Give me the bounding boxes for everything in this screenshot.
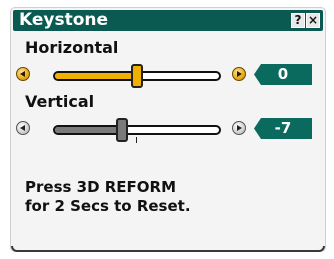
window-bottom-edge bbox=[11, 246, 325, 252]
arrow-right-icon bbox=[237, 71, 242, 77]
reset-instructions: Press 3D REFORM for 2 Secs to Reset. bbox=[25, 178, 191, 216]
vertical-slider-track[interactable] bbox=[53, 125, 221, 135]
close-button[interactable]: × bbox=[306, 13, 320, 28]
arrow-left-icon bbox=[20, 71, 25, 77]
vertical-center-tick bbox=[136, 137, 137, 143]
help-button[interactable]: ? bbox=[291, 13, 305, 28]
horizontal-slider-thumb[interactable] bbox=[131, 64, 143, 88]
reset-instructions-line-2: for 2 Secs to Reset. bbox=[25, 197, 191, 215]
title-bar: Keystone ? × bbox=[13, 10, 323, 31]
horizontal-value: 0 bbox=[254, 64, 312, 85]
keystone-dialog: Keystone ? × Horizontal 0 Vertical -7 Pr… bbox=[10, 7, 326, 252]
reset-instructions-line-1: Press 3D REFORM bbox=[25, 178, 177, 196]
horizontal-right-arrow-button[interactable] bbox=[232, 67, 246, 81]
horizontal-slider-fill bbox=[55, 73, 139, 79]
vertical-slider-fill bbox=[55, 127, 124, 133]
vertical-left-arrow-button[interactable] bbox=[16, 121, 30, 135]
dialog-title: Keystone bbox=[19, 10, 109, 30]
arrow-left-icon bbox=[20, 125, 25, 131]
vertical-slider-thumb[interactable] bbox=[115, 118, 128, 142]
horizontal-label: Horizontal bbox=[25, 38, 119, 57]
arrow-right-icon bbox=[237, 125, 242, 131]
vertical-value: -7 bbox=[254, 118, 312, 139]
vertical-label: Vertical bbox=[25, 92, 95, 111]
horizontal-left-arrow-button[interactable] bbox=[16, 67, 30, 81]
vertical-right-arrow-button[interactable] bbox=[232, 121, 246, 135]
